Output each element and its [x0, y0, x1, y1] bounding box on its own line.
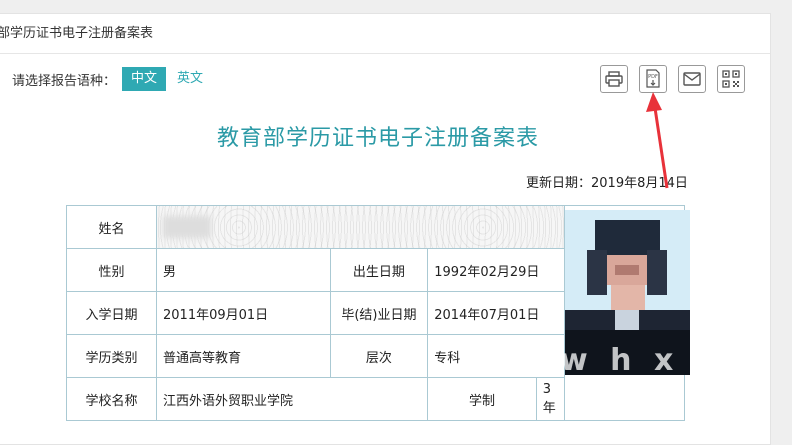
annotation-arrow — [646, 92, 669, 189]
